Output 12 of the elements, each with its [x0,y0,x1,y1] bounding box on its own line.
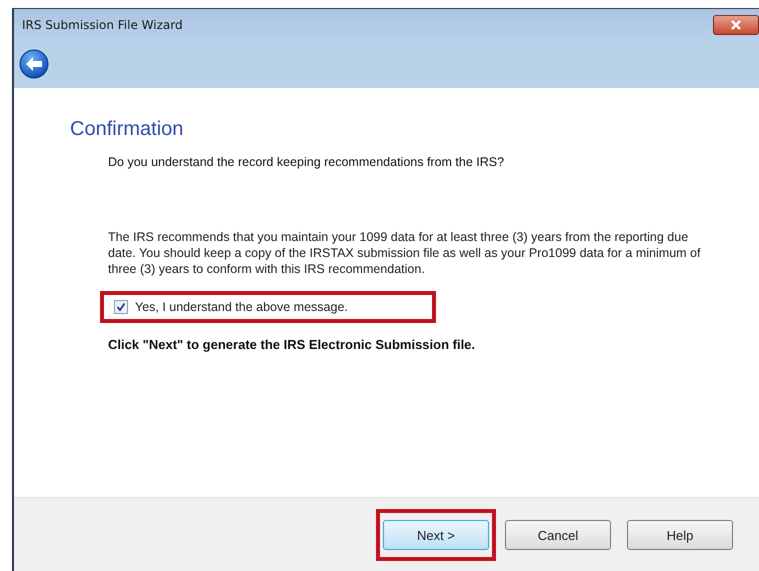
question-text: Do you understand the record keeping recommendations from the IRS? [108,155,506,169]
window-title: IRS Submission File Wizard [22,18,183,32]
message-text: The IRS recommends that you maintain your 1099 data for at least three (3) years from the reporting due date. You should keep a copy of the IRSTAX submission file as well as your Pro1099 data for a minimum of three (3) years to conform with this IRS recommendation. [108,229,702,277]
checkmark-icon [116,302,126,312]
close-icon [730,20,742,30]
dialog-button[interactable]: Help [627,520,733,550]
page-heading: Confirmation [70,118,184,141]
dialog-button[interactable]: Cancel [505,520,611,550]
dialog-button[interactable]: Next > [383,520,489,550]
close-button[interactable] [713,14,759,34]
instruction-text: Click "Next" to generate the IRS Electronic Submission file. [108,337,476,352]
confirm-checkbox[interactable]: Yes, I understand the above message. [114,300,348,314]
